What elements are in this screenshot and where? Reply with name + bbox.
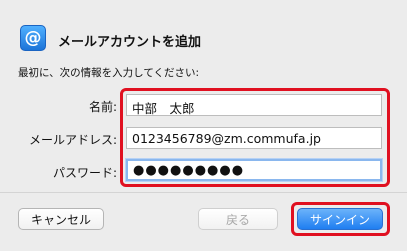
- back-button[interactable]: 戻る: [198, 208, 278, 230]
- dialog-title: メールアカウントを追加: [58, 35, 202, 50]
- divider: [0, 192, 407, 193]
- name-label: 名前:: [88, 100, 117, 114]
- mail-at-icon: @: [20, 25, 46, 51]
- cancel-button[interactable]: キャンセル: [18, 208, 104, 230]
- fields-highlight-frame: [120, 88, 390, 187]
- signin-highlight-frame: [291, 202, 390, 236]
- email-label: メールアドレス:: [28, 133, 117, 147]
- instruction-text: 最初に、次の情報を入力してください:: [18, 67, 200, 79]
- password-label: パスワード:: [52, 166, 117, 180]
- add-mail-account-dialog: @ メールアカウントを追加 最初に、次の情報を入力してください: 名前: 中部 …: [0, 0, 407, 251]
